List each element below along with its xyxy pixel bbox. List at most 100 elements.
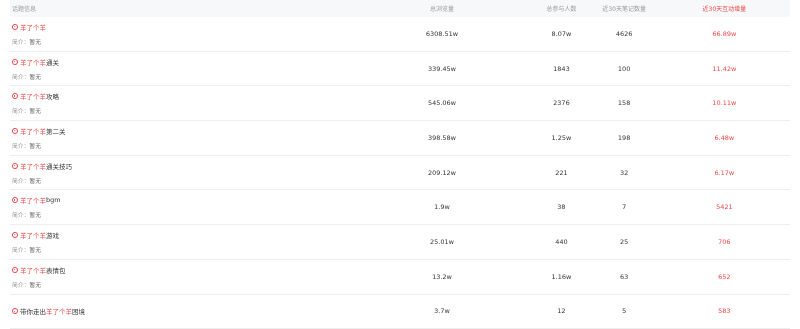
- topic-cell: 羊了个羊 简介：暂无: [10, 22, 351, 46]
- increase-value: 706: [659, 238, 790, 246]
- notes-value: 158: [590, 99, 659, 107]
- intro-value: 暂无: [29, 75, 41, 81]
- table-row[interactable]: 羊了个羊通关技巧 简介：暂无 209.12w 221 32 6.17w: [10, 156, 790, 191]
- intro-label: 简介：: [12, 283, 29, 289]
- topic-name[interactable]: 羊了个羊表情包: [12, 265, 351, 275]
- topic-keyword: 羊了个羊: [20, 22, 46, 32]
- topic-name[interactable]: 羊了个羊通关: [12, 57, 351, 67]
- increase-value: 6.17w: [659, 169, 790, 177]
- increase-value: 10.11w: [659, 99, 790, 107]
- intro-value: 暂无: [29, 144, 41, 150]
- topic-cell: 羊了个羊通关技巧 简介：暂无: [10, 161, 351, 185]
- increase-value: 11.42w: [659, 65, 790, 73]
- intro-value: 暂无: [29, 40, 41, 46]
- participants-value: 1843: [533, 65, 589, 73]
- table-row[interactable]: 羊了个羊bgm 简介：暂无 1.9w 38 7 5421: [10, 190, 790, 225]
- intro-label: 简介：: [12, 179, 29, 185]
- header-notes[interactable]: 近30天笔记数量: [590, 4, 659, 13]
- table-row[interactable]: 羊了个羊游戏 简介：暂无 25.01w 440 25 706: [10, 225, 790, 260]
- topic-keyword: 羊了个羊: [20, 161, 46, 171]
- increase-value: 583: [659, 307, 790, 315]
- intro-label: 简介：: [12, 144, 29, 150]
- intro-label: 简介：: [12, 109, 29, 115]
- header-views[interactable]: 总浏览量: [351, 4, 534, 13]
- hot-circle-icon: [12, 163, 18, 169]
- topic-name[interactable]: 羊了个羊攻略: [12, 91, 351, 101]
- topic-keyword: 羊了个羊: [20, 126, 46, 136]
- topic-name[interactable]: 羊了个羊游戏: [12, 230, 351, 240]
- topic-cell: 羊了个羊游戏 简介：暂无: [10, 230, 351, 254]
- table-row[interactable]: 羊了个羊表情包 简介：暂无 13.2w 1.16w 63 652: [10, 260, 790, 295]
- intro-value: 暂无: [29, 213, 41, 219]
- participants-value: 1.16w: [533, 273, 589, 281]
- intro-label: 简介：: [12, 75, 29, 81]
- topic-keyword: 羊了个羊: [46, 306, 72, 316]
- hot-circle-icon: [12, 197, 18, 203]
- topic-name[interactable]: 羊了个羊bgm: [12, 195, 351, 205]
- table-row[interactable]: 羊了个羊第二关 简介：暂无 398.58w 1.25w 198 6.48w: [10, 121, 790, 156]
- topic-intro: 简介：暂无: [12, 37, 351, 46]
- notes-value: 25: [590, 238, 659, 246]
- increase-value: 5421: [659, 203, 790, 211]
- notes-value: 7: [590, 203, 659, 211]
- intro-value: 暂无: [29, 109, 41, 115]
- topic-name[interactable]: 羊了个羊第二关: [12, 126, 351, 136]
- topic-cell: 带你走出羊了个羊困境 简介：: [10, 306, 351, 316]
- views-value: 545.06w: [351, 99, 534, 107]
- topic-cell: 羊了个羊攻略 简介：暂无: [10, 91, 351, 115]
- hot-circle-icon: [12, 267, 18, 273]
- intro-label: 简介：: [12, 213, 29, 219]
- topic-intro: 简介：暂无: [12, 245, 351, 254]
- topic-cell: 羊了个羊第二关 简介：暂无: [10, 126, 351, 150]
- table-body: 羊了个羊 简介：暂无 6308.51w 8.07w 4626 66.89w 羊了…: [10, 17, 790, 329]
- topic-suffix: 表情包: [46, 265, 66, 275]
- views-value: 25.01w: [351, 238, 534, 246]
- views-value: 1.9w: [351, 203, 534, 211]
- increase-value: 6.48w: [659, 134, 790, 142]
- topic-intro: 简介：暂无: [12, 106, 351, 115]
- hot-circle-icon: [12, 24, 18, 30]
- intro-value: 暂无: [29, 283, 41, 289]
- intro-value: 暂无: [29, 248, 41, 254]
- topic-cell: 羊了个羊通关 简介：暂无: [10, 57, 351, 81]
- hot-circle-icon: [12, 232, 18, 238]
- topic-suffix: 通关技巧: [46, 161, 72, 171]
- header-participants[interactable]: 总参与人数: [533, 4, 589, 13]
- topic-name[interactable]: 带你走出羊了个羊困境: [12, 306, 351, 316]
- participants-value: 440: [533, 238, 589, 246]
- participants-value: 8.07w: [533, 30, 589, 38]
- topic-suffix: 游戏: [46, 230, 59, 240]
- topic-suffix: 通关: [46, 57, 59, 67]
- topic-table: 话题信息 总浏览量 总参与人数 近30天笔记数量 近30天互动增量 羊了个羊 简…: [0, 0, 800, 329]
- topic-suffix: 第二关: [46, 126, 66, 136]
- topic-cell: 羊了个羊表情包 简介：暂无: [10, 265, 351, 289]
- topic-suffix: 攻略: [46, 91, 59, 101]
- table-row[interactable]: 羊了个羊 简介：暂无 6308.51w 8.07w 4626 66.89w: [10, 17, 790, 52]
- hot-circle-icon: [12, 59, 18, 65]
- header-interaction-increase[interactable]: 近30天互动增量: [659, 4, 790, 13]
- topic-name[interactable]: 羊了个羊: [12, 22, 351, 32]
- participants-value: 12: [533, 307, 589, 315]
- participants-value: 38: [533, 203, 589, 211]
- increase-value: 66.89w: [659, 30, 790, 38]
- intro-value: 暂无: [29, 179, 41, 185]
- notes-value: 63: [590, 273, 659, 281]
- topic-intro: 简介：暂无: [12, 210, 351, 219]
- participants-value: 1.25w: [533, 134, 589, 142]
- views-value: 13.2w: [351, 273, 534, 281]
- intro-label: 简介：: [12, 40, 29, 46]
- intro-label: 简介：: [12, 248, 29, 254]
- hot-circle-icon: [12, 128, 18, 134]
- hot-circle-icon: [12, 308, 18, 314]
- table-row[interactable]: 羊了个羊攻略 简介：暂无 545.06w 2376 158 10.11w: [10, 86, 790, 121]
- topic-keyword: 羊了个羊: [20, 195, 46, 205]
- views-value: 3.7w: [351, 307, 534, 315]
- topic-intro: 简介：暂无: [12, 176, 351, 185]
- topic-keyword: 羊了个羊: [20, 91, 46, 101]
- topic-name[interactable]: 羊了个羊通关技巧: [12, 161, 351, 171]
- header-topic[interactable]: 话题信息: [10, 4, 351, 13]
- topic-keyword: 羊了个羊: [20, 265, 46, 275]
- notes-value: 5: [590, 307, 659, 315]
- table-row[interactable]: 羊了个羊通关 简介：暂无 339.45w 1843 100 11.42w: [10, 52, 790, 87]
- topic-intro: 简介：暂无: [12, 72, 351, 81]
